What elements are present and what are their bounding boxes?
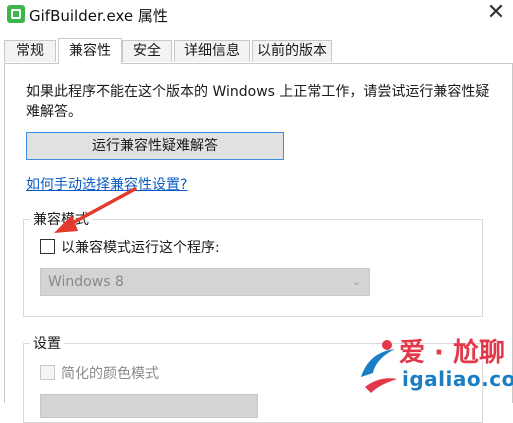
app-icon [7,5,25,23]
watermark-logo-icon [361,340,397,393]
tab-previous-versions[interactable]: 以前的版本 [252,40,332,62]
tab-details[interactable]: 详细信息 [174,40,250,62]
compat-mode-checkbox[interactable] [40,239,55,254]
chevron-down-icon: ⌄ [351,275,361,288]
compat-mode-group: 兼容模式 以兼容模式运行这个程序: Windows 8 ⌄ [23,209,483,317]
title-bar: GifBuilder.exe 属性 ✕ [0,0,513,32]
reduced-color-checkbox-label[interactable]: 简化的颜色模式 [61,363,159,383]
tab-compatibility[interactable]: 兼容性 [58,38,122,64]
settings-group-label: 设置 [30,333,64,353]
watermark: 爱 · 尬聊 igaliao.com [355,329,513,402]
reduced-color-checkbox[interactable] [40,365,55,380]
tab-general[interactable]: 常规 [4,40,56,62]
color-depth-select[interactable] [40,394,258,418]
tab-bar: 常规 兼容性 安全 详细信息 以前的版本 [0,38,513,64]
manual-settings-link[interactable]: 如何手动选择兼容性设置? [26,174,187,194]
os-version-select-value: Windows 8 [48,274,124,290]
run-troubleshooter-button[interactable]: 运行兼容性疑难解答 [26,132,284,160]
os-version-select[interactable]: Windows 8 ⌄ [40,268,370,296]
intro-text: 如果此程序不能在这个版本的 Windows 上正常工作，请尝试运行兼容性疑难解答… [26,84,490,120]
window-title: GifBuilder.exe 属性 [29,7,168,25]
compat-mode-group-label: 兼容模式 [30,209,92,229]
tab-security[interactable]: 安全 [122,40,172,62]
close-icon[interactable]: ✕ [483,1,509,27]
watermark-domain: igaliao.com [402,367,513,391]
watermark-brand: 爱 · 尬聊 [399,338,505,368]
compat-mode-checkbox-label[interactable]: 以兼容模式运行这个程序: [61,237,220,257]
